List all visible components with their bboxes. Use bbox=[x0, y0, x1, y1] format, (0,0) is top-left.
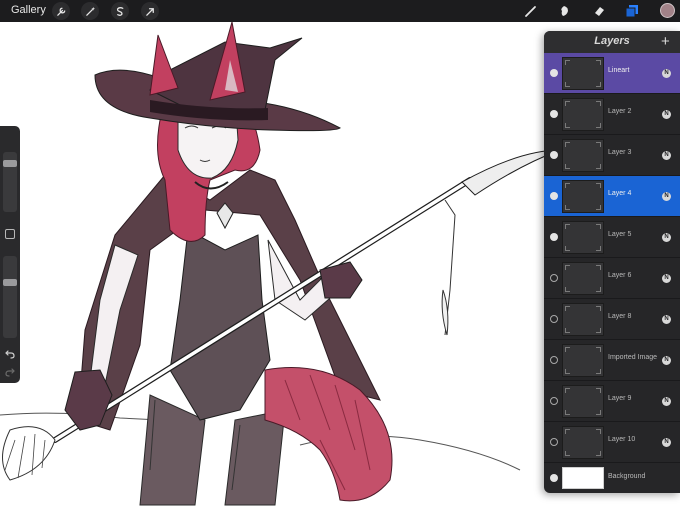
opacity-slider[interactable] bbox=[3, 256, 17, 338]
layer-row[interactable]: Layer 10 N bbox=[544, 422, 680, 463]
layer-thumbnail bbox=[562, 57, 604, 90]
transform-arrow-icon[interactable] bbox=[141, 2, 159, 20]
layer-name: Imported Image bbox=[608, 354, 658, 361]
visibility-toggle[interactable] bbox=[550, 69, 558, 77]
visibility-toggle[interactable] bbox=[550, 233, 558, 241]
redo-icon[interactable] bbox=[4, 366, 16, 378]
undo-icon[interactable] bbox=[4, 348, 16, 360]
blend-mode-button[interactable]: N bbox=[662, 315, 671, 324]
blend-mode-button[interactable]: N bbox=[662, 110, 671, 119]
left-ear bbox=[149, 34, 179, 96]
visibility-toggle[interactable] bbox=[550, 397, 558, 405]
smudge-icon[interactable] bbox=[555, 1, 575, 21]
layer-name: Background bbox=[608, 473, 646, 480]
layer-name: Layer 3 bbox=[608, 149, 632, 156]
layer-thumbnail bbox=[562, 467, 604, 489]
magic-wand-icon[interactable] bbox=[81, 2, 99, 20]
visibility-toggle[interactable] bbox=[550, 274, 558, 282]
blend-mode-button[interactable]: N bbox=[662, 192, 671, 201]
blend-mode-button[interactable]: N bbox=[662, 438, 671, 447]
brush-icon[interactable] bbox=[521, 1, 541, 21]
layer-thumbnail bbox=[562, 344, 604, 377]
gallery-button[interactable]: Gallery bbox=[11, 4, 46, 16]
visibility-toggle[interactable] bbox=[550, 474, 558, 482]
visibility-toggle[interactable] bbox=[550, 315, 558, 323]
layer-thumbnail bbox=[562, 303, 604, 336]
blend-mode-button[interactable]: N bbox=[662, 397, 671, 406]
color-swatch[interactable] bbox=[660, 3, 675, 18]
visibility-toggle[interactable] bbox=[550, 192, 558, 200]
layer-row[interactable]: Layer 2 N bbox=[544, 94, 680, 135]
layer-row[interactable]: Layer 3 N bbox=[544, 135, 680, 176]
layer-row[interactable]: Lineart N bbox=[544, 53, 680, 94]
layer-thumbnail bbox=[562, 98, 604, 131]
layer-name: Layer 5 bbox=[608, 231, 632, 238]
wrench-icon[interactable] bbox=[52, 2, 70, 20]
blend-mode-button[interactable]: N bbox=[662, 151, 671, 160]
layer-name: Layer 2 bbox=[608, 108, 632, 115]
layer-thumbnail bbox=[562, 385, 604, 418]
visibility-toggle[interactable] bbox=[550, 110, 558, 118]
layer-row[interactable]: Layer 9 N bbox=[544, 381, 680, 422]
layers-icon[interactable] bbox=[622, 1, 642, 21]
layer-row[interactable]: Imported Image N bbox=[544, 340, 680, 381]
layer-row-background[interactable]: Background bbox=[544, 463, 680, 493]
layers-header: Layers + bbox=[544, 31, 680, 53]
layer-thumbnail bbox=[562, 180, 604, 213]
layer-thumbnail bbox=[562, 139, 604, 172]
brush-size-slider-thumb[interactable] bbox=[3, 160, 17, 167]
modify-button[interactable] bbox=[5, 229, 15, 239]
selection-icon[interactable] bbox=[111, 2, 129, 20]
top-toolbar: Gallery bbox=[0, 0, 680, 22]
opacity-slider-thumb[interactable] bbox=[3, 279, 17, 286]
eraser-icon[interactable] bbox=[589, 1, 609, 21]
visibility-toggle[interactable] bbox=[550, 356, 558, 364]
layer-row[interactable]: Layer 8 N bbox=[544, 299, 680, 340]
blend-mode-button[interactable]: N bbox=[662, 356, 671, 365]
layer-name: Layer 4 bbox=[608, 190, 632, 197]
layer-row[interactable]: Layer 4 N bbox=[544, 176, 680, 217]
layer-name: Lineart bbox=[608, 67, 630, 74]
brush-size-slider[interactable] bbox=[3, 152, 17, 212]
layer-row[interactable]: Layer 5 N bbox=[544, 217, 680, 258]
layer-name: Layer 10 bbox=[608, 436, 636, 443]
layer-name: Layer 9 bbox=[608, 395, 632, 402]
visibility-toggle[interactable] bbox=[550, 151, 558, 159]
layers-panel: Layers + Lineart N Layer 2 N Layer 3 N L… bbox=[544, 31, 680, 493]
left-sidebar bbox=[0, 126, 20, 383]
layer-thumbnail bbox=[562, 426, 604, 459]
layers-title: Layers bbox=[594, 35, 630, 47]
layer-thumbnail bbox=[562, 262, 604, 295]
body-suit bbox=[169, 229, 271, 421]
layer-row[interactable]: Layer 6 N bbox=[544, 258, 680, 299]
layer-name: Layer 8 bbox=[608, 313, 632, 320]
layer-name: Layer 6 bbox=[608, 272, 632, 279]
blend-mode-button[interactable]: N bbox=[662, 69, 671, 78]
layer-thumbnail bbox=[562, 221, 604, 254]
add-layer-button[interactable]: + bbox=[661, 33, 670, 50]
blend-mode-button[interactable]: N bbox=[662, 233, 671, 242]
blend-mode-button[interactable]: N bbox=[662, 274, 671, 283]
visibility-toggle[interactable] bbox=[550, 438, 558, 446]
